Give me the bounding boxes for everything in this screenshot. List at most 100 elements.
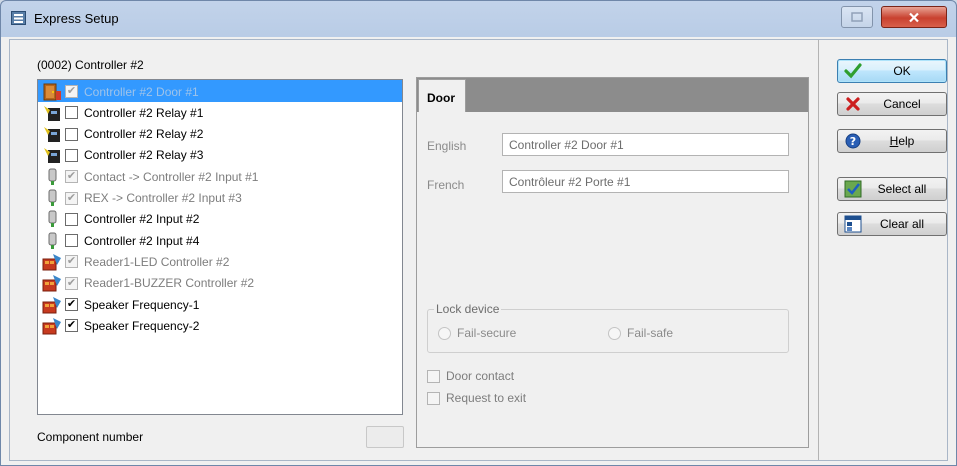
reader-output-icon: [41, 296, 63, 314]
tree-item-checkbox[interactable]: ✔: [65, 298, 78, 311]
express-setup-window: Express Setup (0002) Controller #2 ✔ Cont…: [0, 0, 957, 466]
relay-icon: [41, 104, 63, 122]
checkmark-icon: [842, 63, 864, 79]
svg-text:?: ?: [850, 135, 856, 148]
ok-button[interactable]: OK: [837, 59, 947, 83]
tree-item[interactable]: Controller #2 Input #2: [40, 209, 400, 230]
fail-safe-radio[interactable]: Fail-safe: [608, 326, 673, 340]
french-label: French: [427, 178, 465, 192]
help-button[interactable]: ? Help: [837, 129, 947, 153]
tree-item-label: Controller #2 Relay #2: [84, 127, 204, 142]
window-title: Express Setup: [34, 11, 119, 26]
input-icon: [41, 189, 63, 207]
door-contact-label: Door contact: [446, 369, 515, 383]
relay-icon: [41, 125, 63, 143]
tree-item[interactable]: Controller #2 Relay #1: [40, 102, 400, 123]
cancel-label: Cancel: [883, 97, 921, 111]
tree-item[interactable]: ✔ Reader1-BUZZER Controller #2: [40, 273, 400, 294]
tree-item-label: Controller #2 Relay #3: [84, 148, 204, 163]
fail-safe-label: Fail-safe: [627, 326, 674, 340]
tree-item-checkbox[interactable]: [65, 234, 78, 248]
door-contact-checkbox[interactable]: Door contact: [427, 369, 514, 383]
select-all-icon: [842, 180, 864, 198]
tree-item-checkbox[interactable]: [65, 127, 78, 141]
help-icon: ?: [842, 133, 864, 149]
input-icon: [41, 168, 63, 186]
tree-item-checkbox[interactable]: [65, 148, 78, 162]
door-tab-body: English Controller #2 Door #1 French Con…: [418, 112, 807, 447]
component-number-field: [366, 426, 404, 448]
tree-item[interactable]: ✔ Speaker Frequency-2: [40, 315, 400, 336]
tree-item-label: Speaker Frequency-2: [84, 318, 200, 333]
fail-secure-label: Fail-secure: [457, 326, 517, 340]
tab-strip: [417, 78, 808, 112]
fail-secure-radio[interactable]: Fail-secure: [438, 326, 516, 340]
tree-item-label: Controller #2 Door #1: [82, 83, 201, 100]
clear-all-label: Clear all: [879, 217, 924, 231]
restore-icon: [851, 12, 863, 22]
tree-item-checkbox[interactable]: [65, 106, 78, 120]
tree-item[interactable]: Controller #2 Input #4: [40, 230, 400, 251]
select-all-label: Select all: [877, 182, 927, 196]
help-mnemonic: H: [889, 134, 899, 148]
select-all-button[interactable]: Select all: [837, 177, 947, 201]
request-to-exit-checkbox[interactable]: Request to exit: [427, 391, 526, 405]
request-to-exit-label: Request to exit: [446, 391, 527, 405]
controller-caption: (0002) Controller #2: [37, 58, 144, 72]
relay-icon: [41, 146, 63, 164]
tree-item[interactable]: ✔ Speaker Frequency-1: [40, 294, 400, 315]
english-label: English: [427, 139, 467, 153]
clear-all-button[interactable]: Clear all: [837, 212, 947, 236]
tree-item[interactable]: Controller #2 Relay #2: [40, 124, 400, 145]
tree-item-label: Controller #2 Input #4: [84, 233, 200, 248]
lock-device-group: Lock device Fail-secure Fail-safe: [427, 302, 789, 353]
close-icon: [909, 12, 919, 22]
tree-item[interactable]: ✔ Contact -> Controller #2 Input #1: [40, 166, 400, 187]
reader-output-icon: [41, 274, 63, 292]
input-icon: [41, 210, 63, 228]
close-button[interactable]: [881, 6, 947, 28]
tree-item-checkbox[interactable]: ✔: [65, 276, 78, 290]
tree-item-label: Speaker Frequency-1: [84, 297, 200, 312]
door-icon: [41, 83, 63, 101]
tab-door[interactable]: Door: [418, 79, 466, 113]
help-label: Help: [889, 134, 915, 148]
tree-item-checkbox[interactable]: ✔: [65, 319, 78, 333]
tree-item-checkbox[interactable]: [65, 212, 78, 226]
clear-all-icon: [842, 215, 864, 233]
tree-item[interactable]: ✔ Reader1-LED Controller #2: [40, 251, 400, 272]
tree-item[interactable]: ✔ REX -> Controller #2 Input #3: [40, 188, 400, 209]
tree-item-label: Contact -> Controller #2 Input #1: [84, 169, 259, 184]
english-name-field[interactable]: Controller #2 Door #1: [502, 133, 789, 156]
door-tab-panel: Door English Controller #2 Door #1 Frenc…: [416, 77, 809, 448]
french-name-field[interactable]: Contrôleur #2 Porte #1: [502, 170, 789, 193]
tree-item-checkbox[interactable]: ✔: [65, 191, 78, 205]
tree-item[interactable]: Controller #2 Relay #3: [40, 145, 400, 166]
restore-button[interactable]: [841, 6, 873, 28]
tree-item[interactable]: ✔ Controller #2 Door #1: [40, 81, 400, 102]
tree-item-label: Reader1-BUZZER Controller #2: [84, 276, 255, 291]
checkbox-box: [427, 391, 440, 405]
action-button-column: OK Cancel ? Help Select all Clear all: [818, 40, 947, 460]
tree-item-checkbox[interactable]: ✔: [65, 85, 78, 98]
component-number-label: Component number: [37, 430, 144, 444]
radio-circle-icon: [608, 326, 621, 340]
tree-item-label: REX -> Controller #2 Input #3: [84, 191, 242, 205]
ok-label: OK: [893, 64, 911, 78]
radio-circle-icon: [438, 326, 451, 340]
cancel-x-icon: [842, 96, 864, 112]
tree-item-label: Controller #2 Input #2: [84, 212, 200, 227]
tree-item-label: Controller #2 Relay #1: [84, 105, 204, 120]
checkbox-box: [427, 369, 440, 383]
reader-output-icon: [41, 317, 63, 335]
tree-item-label: Reader1-LED Controller #2: [84, 254, 230, 269]
input-icon: [41, 232, 63, 250]
title-bar[interactable]: Express Setup: [1, 1, 956, 39]
window-app-icon: [11, 11, 26, 25]
tree-item-checkbox[interactable]: ✔: [65, 255, 78, 269]
tree-item-checkbox[interactable]: ✔: [65, 170, 78, 184]
lock-device-legend: Lock device: [434, 302, 502, 316]
component-tree[interactable]: ✔ Controller #2 Door #1 Controller #2 Rela…: [37, 79, 403, 415]
cancel-button[interactable]: Cancel: [837, 92, 947, 116]
reader-output-icon: [41, 253, 63, 271]
